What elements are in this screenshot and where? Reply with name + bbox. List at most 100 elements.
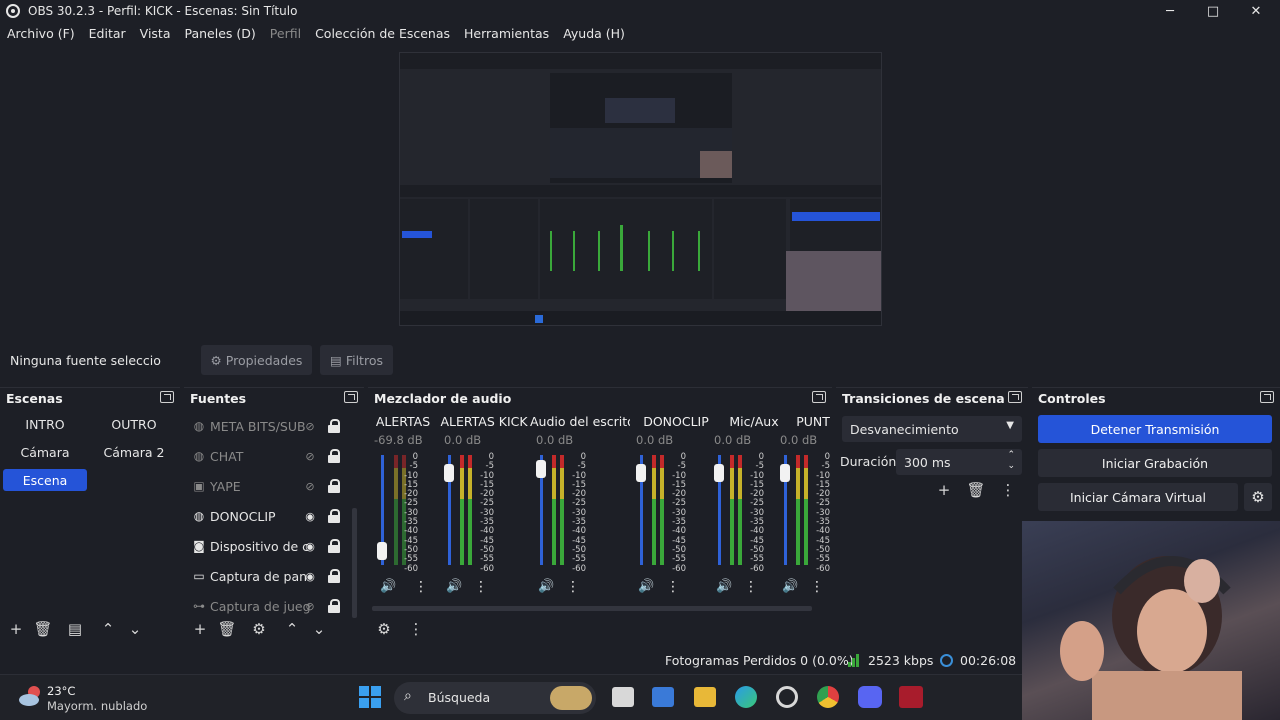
mixer-settings-icon[interactable]: ⚙ xyxy=(374,619,394,639)
maximize-button[interactable]: □ xyxy=(1191,0,1235,22)
eye-hidden-icon[interactable]: ⊘ xyxy=(302,599,318,613)
eye-icon[interactable]: ◉ xyxy=(302,569,318,583)
scene-escena[interactable]: Escena xyxy=(3,469,87,491)
channel-menu-icon[interactable]: ⋮ xyxy=(474,579,488,595)
lock-icon[interactable] xyxy=(328,479,340,493)
fader-knob[interactable] xyxy=(536,460,546,478)
add-scene-icon[interactable]: + xyxy=(6,619,26,639)
move-down-icon[interactable]: ⌄ xyxy=(309,619,329,639)
start-recording-button[interactable]: Iniciar Grabación xyxy=(1038,449,1272,477)
menu-editar[interactable]: Editar xyxy=(89,26,126,41)
file-explorer-icon[interactable] xyxy=(694,687,716,707)
undock-icon[interactable] xyxy=(1008,391,1022,403)
task-view-icon[interactable] xyxy=(612,687,634,707)
scene-filters-icon[interactable]: ▤ xyxy=(65,619,85,639)
level-meter xyxy=(468,455,472,565)
transition-menu-icon[interactable]: ⋮ xyxy=(998,480,1018,500)
channel-menu-icon[interactable]: ⋮ xyxy=(810,579,824,595)
scene-camara-2[interactable]: Cámara 2 xyxy=(92,441,176,463)
source-row[interactable]: ◙ Dispositivo de c xyxy=(192,534,342,558)
scenes-title: Escenas xyxy=(6,391,63,406)
scene-intro[interactable]: INTRO xyxy=(3,413,87,435)
channel-menu-icon[interactable]: ⋮ xyxy=(744,579,758,595)
menu-vista[interactable]: Vista xyxy=(140,26,171,41)
properties-button[interactable]: ⚙ Propiedades xyxy=(201,345,312,375)
undock-icon[interactable] xyxy=(344,391,358,403)
menu-ayuda[interactable]: Ayuda (H) xyxy=(563,26,625,41)
add-source-icon[interactable]: + xyxy=(190,619,210,639)
channel-menu-icon[interactable]: ⋮ xyxy=(414,579,428,595)
weather-icon[interactable] xyxy=(18,685,42,707)
windows-start-icon[interactable] xyxy=(359,686,381,708)
source-row[interactable]: ◍ META BITS/SUB xyxy=(192,414,342,438)
store-icon[interactable] xyxy=(652,687,674,707)
virtual-camera-settings-icon[interactable]: ⚙ xyxy=(1244,483,1272,511)
trash-icon[interactable]: 🗑 xyxy=(217,619,237,639)
move-up-icon[interactable]: ⌃ xyxy=(282,619,302,639)
spinner-icon[interactable]: ⌃ ⌄ xyxy=(1007,450,1015,472)
channel-menu-icon[interactable]: ⋮ xyxy=(566,579,580,595)
lock-icon[interactable] xyxy=(328,419,340,433)
menu-paneles[interactable]: Paneles (D) xyxy=(185,26,256,41)
add-transition-icon[interactable]: + xyxy=(934,480,954,500)
fader-knob[interactable] xyxy=(444,464,454,482)
speaker-icon[interactable]: 🔊 xyxy=(380,579,398,595)
fader-knob[interactable] xyxy=(636,464,646,482)
source-row[interactable]: ◍ DONOCLIP xyxy=(192,504,342,528)
eye-hidden-icon[interactable]: ⊘ xyxy=(302,419,318,433)
fader-knob[interactable] xyxy=(377,542,387,560)
stop-stream-button[interactable]: Detener Transmisión xyxy=(1038,415,1272,443)
discord-icon[interactable] xyxy=(858,686,882,708)
speaker-icon[interactable]: 🔊 xyxy=(782,579,800,595)
eye-hidden-icon[interactable]: ⊘ xyxy=(302,449,318,463)
webcam-person-image xyxy=(1060,556,1242,720)
lock-icon[interactable] xyxy=(328,599,340,613)
lock-icon[interactable] xyxy=(328,569,340,583)
source-row[interactable]: ▣ YAPE xyxy=(192,474,342,498)
channel-menu-icon[interactable]: ⋮ xyxy=(666,579,680,595)
source-row[interactable]: ▭ Captura de pan xyxy=(192,564,342,588)
sources-scrollbar[interactable] xyxy=(352,508,357,618)
speaker-icon[interactable]: 🔊 xyxy=(716,579,734,595)
speaker-icon[interactable]: 🔊 xyxy=(446,579,464,595)
fader-knob[interactable] xyxy=(714,464,724,482)
app-icon[interactable] xyxy=(899,686,923,708)
undock-icon[interactable] xyxy=(160,391,174,403)
menu-perfil[interactable]: Perfil xyxy=(270,26,301,41)
duration-input[interactable]: 300 ms ⌃ ⌄ xyxy=(896,449,1022,475)
filters-button[interactable]: ▤ Filtros xyxy=(320,345,393,375)
taskbar-search[interactable]: ⌕ Búsqueda xyxy=(394,682,596,714)
lock-icon[interactable] xyxy=(328,509,340,523)
channel-name: ALERTAS xyxy=(375,414,431,429)
mixer-menu-icon[interactable]: ⋮ xyxy=(406,619,426,639)
menu-coleccion-escenas[interactable]: Colección de Escenas xyxy=(315,26,450,41)
lock-icon[interactable] xyxy=(328,539,340,553)
source-settings-icon[interactable]: ⚙ xyxy=(249,619,269,639)
virtual-camera-button[interactable]: Iniciar Cámara Virtual xyxy=(1038,483,1238,511)
undock-icon[interactable] xyxy=(1260,391,1274,403)
scene-camara[interactable]: Cámara xyxy=(3,441,87,463)
source-row[interactable]: ◍ CHAT xyxy=(192,444,342,468)
preview-canvas[interactable] xyxy=(399,52,882,326)
close-button[interactable]: ✕ xyxy=(1234,0,1278,22)
speaker-icon[interactable]: 🔊 xyxy=(538,579,556,595)
eye-hidden-icon[interactable]: ⊘ xyxy=(302,479,318,493)
trash-icon[interactable]: 🗑 xyxy=(966,480,986,500)
edge-icon[interactable] xyxy=(735,686,757,708)
obs-taskbar-icon[interactable] xyxy=(776,686,798,708)
move-up-icon[interactable]: ⌃ xyxy=(98,619,118,639)
lock-icon[interactable] xyxy=(328,449,340,463)
eye-icon[interactable]: ◉ xyxy=(302,539,318,553)
menu-archivo[interactable]: Archivo (F) xyxy=(7,26,75,41)
speaker-icon[interactable]: 🔊 xyxy=(638,579,656,595)
menu-herramientas[interactable]: Herramientas xyxy=(464,26,549,41)
minimize-button[interactable]: ─ xyxy=(1148,0,1192,22)
move-down-icon[interactable]: ⌄ xyxy=(125,619,145,639)
fader-knob[interactable] xyxy=(780,464,790,482)
transition-select[interactable]: Desvanecimiento ▼ xyxy=(842,416,1022,442)
scene-outro[interactable]: OUTRO xyxy=(92,413,176,435)
trash-icon[interactable]: 🗑 xyxy=(33,619,53,639)
eye-icon[interactable]: ◉ xyxy=(302,509,318,523)
source-row[interactable]: ⊶ Captura de jueg xyxy=(192,594,342,618)
chrome-icon[interactable] xyxy=(817,686,839,708)
